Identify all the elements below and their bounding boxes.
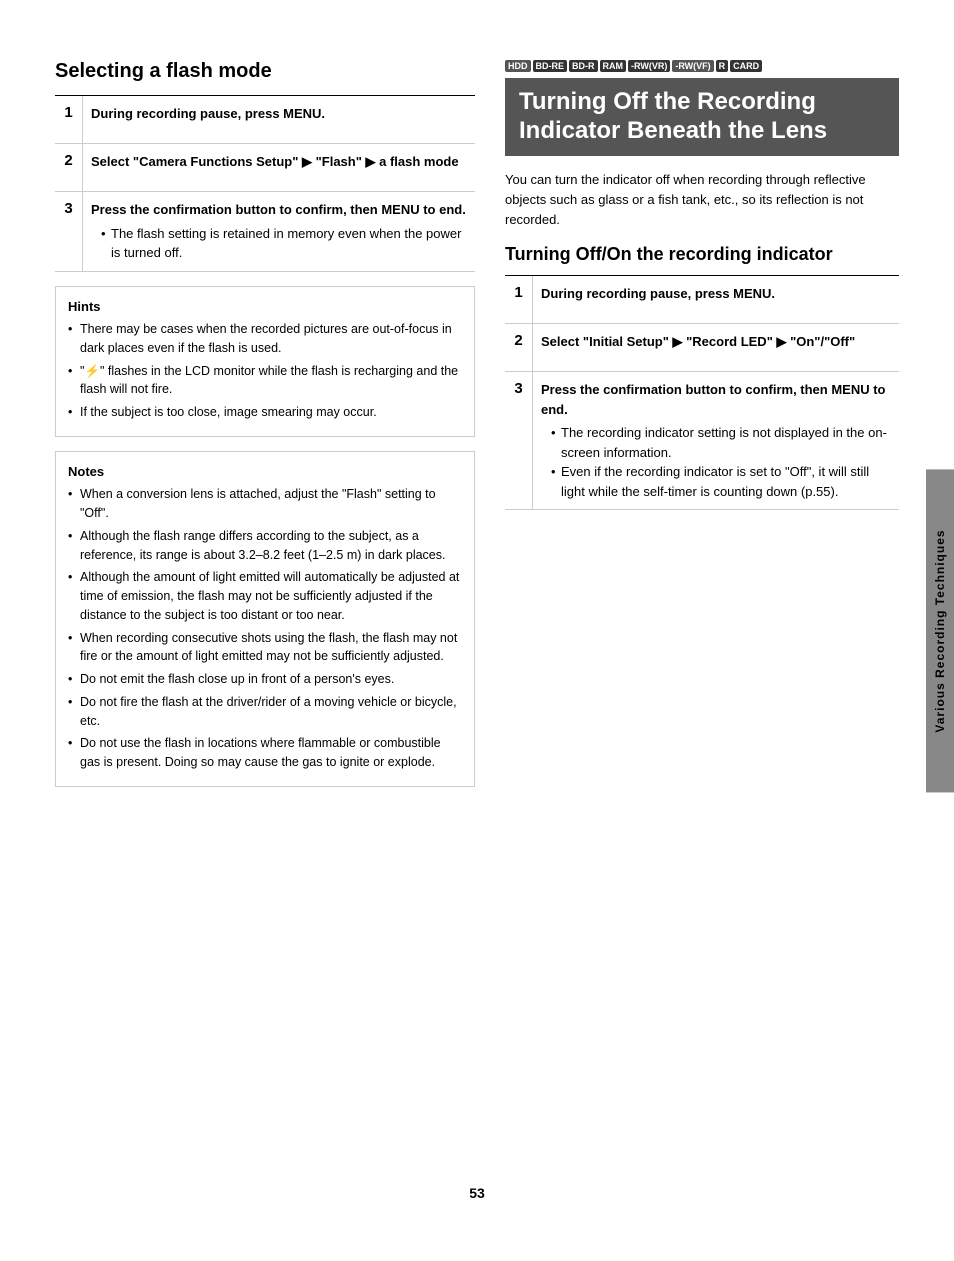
list-item: The flash setting is retained in memory … [101, 224, 467, 263]
table-row: 1 During recording pause, press MENU. [55, 96, 475, 144]
right-step-table: 1 During recording pause, press MENU. 2 … [505, 275, 899, 510]
table-row: 2 Select "Camera Functions Setup" ▶ "Fla… [55, 144, 475, 192]
step-content-1: During recording pause, press MENU. [83, 96, 475, 143]
badge-rw-vr: -RW(VR) [628, 60, 670, 72]
badge-hdd: HDD [505, 60, 531, 72]
left-step-table: 1 During recording pause, press MENU. 2 … [55, 95, 475, 272]
table-row: 3 Press the confirmation button to confi… [55, 192, 475, 272]
list-item: Although the amount of light emitted wil… [68, 568, 462, 624]
left-column: Selecting a flash mode 1 During recordin… [55, 60, 475, 1155]
step-3-bullets: The flash setting is retained in memory … [91, 224, 467, 263]
highlight-section: Turning Off the Recording Indicator Bene… [505, 78, 899, 156]
right-subsection-title: Turning Off/On the recording indicator [505, 244, 899, 265]
table-row: 2 Select "Initial Setup" ▶ "Record LED" … [505, 324, 899, 372]
notes-box: Notes When a conversion lens is attached… [55, 451, 475, 787]
badge-ram: RAM [600, 60, 627, 72]
right-step-number-1: 1 [505, 276, 533, 323]
badge-rw-vf: -RW(VF) [672, 60, 713, 72]
notes-list: When a conversion lens is attached, adju… [68, 485, 462, 772]
list-item: Even if the recording indicator is set t… [551, 462, 891, 501]
list-item: If the subject is too close, image smear… [68, 403, 462, 422]
badge-bd-r: BD-R [569, 60, 598, 72]
right-step-content-1: During recording pause, press MENU. [533, 276, 899, 323]
hints-box: Hints There may be cases when the record… [55, 286, 475, 437]
list-item: Do not emit the flash close up in front … [68, 670, 462, 689]
right-step-3-bullets: The recording indicator setting is not d… [541, 423, 891, 501]
right-description: You can turn the indicator off when reco… [505, 170, 899, 230]
step-number-1: 1 [55, 96, 83, 143]
right-step-number-2: 2 [505, 324, 533, 371]
sidebar-tab: Various Recording Techniques [926, 469, 954, 792]
page-number: 53 [55, 1185, 899, 1201]
sidebar-label: Various Recording Techniques [933, 529, 947, 732]
list-item: "⚡" flashes in the LCD monitor while the… [68, 362, 462, 400]
step-content-3: Press the confirmation button to confirm… [83, 192, 475, 271]
badge-bd-re: BD-RE [533, 60, 568, 72]
list-item: When a conversion lens is attached, adju… [68, 485, 462, 523]
right-step-content-3: Press the confirmation button to confirm… [533, 372, 899, 509]
badge-card: CARD [730, 60, 762, 72]
badge-r: R [716, 60, 729, 72]
list-item: When recording consecutive shots using t… [68, 629, 462, 667]
list-item: Do not use the flash in locations where … [68, 734, 462, 772]
step-number-2: 2 [55, 144, 83, 191]
step-number-3: 3 [55, 192, 83, 271]
step-content-2: Select "Camera Functions Setup" ▶ "Flash… [83, 144, 475, 191]
left-section-title: Selecting a flash mode [55, 60, 475, 83]
notes-title: Notes [68, 462, 462, 482]
right-step-number-3: 3 [505, 372, 533, 509]
right-step-content-2: Select "Initial Setup" ▶ "Record LED" ▶ … [533, 324, 899, 371]
table-row: 3 Press the confirmation button to confi… [505, 372, 899, 510]
list-item: There may be cases when the recorded pic… [68, 320, 462, 358]
highlight-title: Turning Off the Recording Indicator Bene… [519, 88, 885, 146]
right-column: HDD BD-RE BD-R RAM -RW(VR) -RW(VF) R CAR… [505, 60, 899, 1155]
list-item: Do not fire the flash at the driver/ride… [68, 693, 462, 731]
media-badges: HDD BD-RE BD-R RAM -RW(VR) -RW(VF) R CAR… [505, 60, 899, 72]
hints-title: Hints [68, 297, 462, 317]
hints-list: There may be cases when the recorded pic… [68, 320, 462, 422]
list-item: The recording indicator setting is not d… [551, 423, 891, 462]
page: Selecting a flash mode 1 During recordin… [0, 0, 954, 1261]
table-row: 1 During recording pause, press MENU. [505, 276, 899, 324]
list-item: Although the flash range differs accordi… [68, 527, 462, 565]
